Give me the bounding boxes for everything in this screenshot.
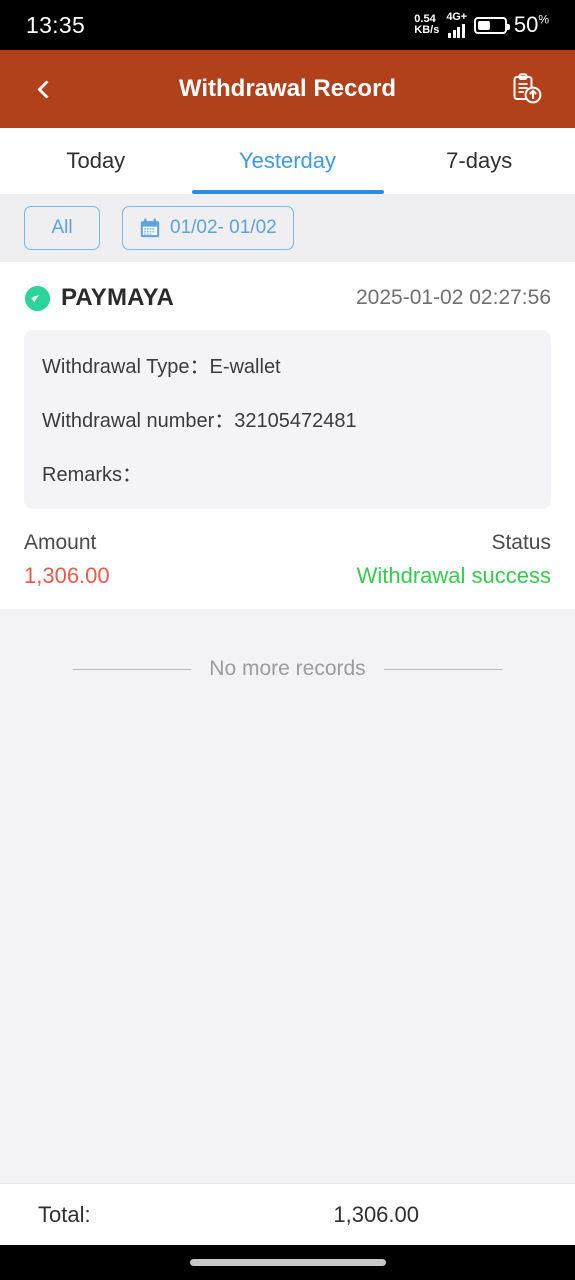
detail-row: Remarks： [42,458,533,487]
list-end-indicator: No more records [0,609,575,681]
status-bar-indicators: 0.54 KB/s 4G+ 50% [414,12,549,38]
signal-bars-icon [448,23,465,38]
page-title: Withdrawal Record [178,75,397,102]
paymaya-check-icon [24,285,51,311]
signal-indicator: 4G+ [446,12,467,38]
filter-date-range-label: 01/02- 01/02 [170,217,277,238]
withdrawal-type-value: E-wallet [209,356,281,378]
status-bar: 13:35 0.54 KB/s 4G+ 50% [0,0,575,50]
withdrawal-record-item[interactable]: PAYMAYA 2025-01-02 02:27:56 Withdrawal T… [0,262,575,609]
record-header: PAYMAYA 2025-01-02 02:27:56 [24,284,551,312]
back-button[interactable] [26,69,66,109]
filter-date-range-chip[interactable]: 01/02- 01/02 [122,206,294,250]
list-end-label: No more records [209,657,366,680]
payment-channel: PAYMAYA [24,284,174,312]
tab-yesterday[interactable]: Yesterday [192,128,384,194]
filter-all-label: All [51,217,73,238]
amount-label: Amount [24,531,97,554]
divider-left [73,668,192,670]
status-bar-clock: 13:35 [26,11,86,38]
network-type-label: 4G+ [446,11,467,23]
home-indicator[interactable] [189,1259,386,1266]
record-detail-box: Withdrawal Type： E-wallet Withdrawal num… [24,330,551,509]
withdrawal-number-label: Withdrawal number： [42,410,235,432]
records-list-area[interactable]: No more records [0,609,575,1183]
battery-icon [473,16,510,34]
withdrawal-number-value: 32105472481 [234,410,357,432]
record-timestamp: 2025-01-02 02:27:56 [356,286,551,309]
status-block: Status Withdrawal success [357,531,551,589]
calendar-icon [140,218,160,238]
tab-today[interactable]: Today [0,128,192,194]
total-value: 1,306.00 [333,1201,419,1227]
app-screen: 13:35 0.54 KB/s 4G+ 50% Withdrawal Recor… [0,0,575,1280]
chevron-left-icon [36,79,56,99]
filter-all-chip[interactable]: All [24,206,100,250]
network-speed-unit: KB/s [414,24,440,36]
period-tabs: Today Yesterday 7-days [0,128,575,194]
tab-7-days[interactable]: 7-days [383,128,575,194]
total-label: Total: [38,1201,91,1227]
network-speed-indicator: 0.54 KB/s [414,13,440,37]
divider-right [383,668,502,670]
system-nav-bar [0,1245,575,1280]
record-summary: Amount 1,306.00 Status Withdrawal succes… [24,531,551,589]
total-bar: Total: 1,306.00 [0,1183,575,1245]
page-header: Withdrawal Record [0,50,575,128]
export-records-button[interactable] [503,66,549,112]
detail-row: Withdrawal Type： E-wallet [42,350,533,379]
status-badge: Withdrawal success [356,563,551,588]
amount-block: Amount 1,306.00 [24,531,110,589]
status-label: Status [491,531,551,554]
filter-bar: All 01/02- 01/02 [0,194,575,262]
clipboard-upload-icon [513,73,542,104]
battery-percent: 50% [513,12,549,37]
payment-channel-name: PAYMAYA [61,284,175,311]
remarks-label: Remarks： [42,464,143,486]
withdrawal-type-label: Withdrawal Type： [42,356,210,378]
amount-value: 1,306.00 [24,563,110,588]
detail-row: Withdrawal number： 32105472481 [42,404,533,433]
